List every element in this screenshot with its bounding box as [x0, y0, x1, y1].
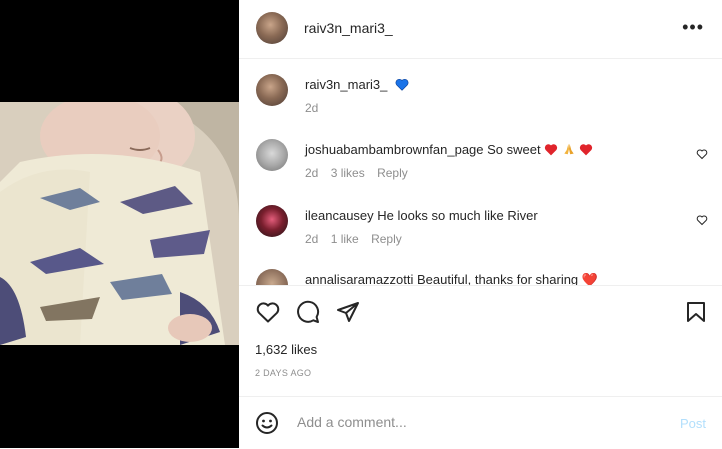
comment-time: 2d [305, 166, 319, 180]
comment-username[interactable]: ileancausey [305, 208, 374, 223]
post-media [0, 0, 239, 448]
reply-button[interactable]: Reply [371, 232, 402, 246]
comment-time: 2d [305, 232, 319, 246]
like-comment-icon[interactable] [696, 214, 708, 226]
red-heart-icon [580, 144, 593, 156]
comment-input[interactable] [295, 413, 659, 431]
comment-likes[interactable]: 1 like [331, 232, 359, 246]
post-details-panel: raiv3n_mari3_ ••• raiv3n_mari3_ 2d joshu… [239, 0, 722, 448]
comment-avatar[interactable] [256, 269, 288, 285]
comment-likes[interactable]: 3 likes [331, 166, 365, 180]
baby-photo-illustration [0, 102, 239, 345]
post-header: raiv3n_mari3_ ••• [239, 0, 722, 59]
praying-hands-icon [564, 143, 574, 155]
comment-bubble-icon[interactable] [296, 300, 320, 324]
emoji-smiley-icon[interactable] [255, 411, 279, 435]
blue-heart-icon [395, 78, 409, 91]
share-paper-plane-icon[interactable] [336, 300, 360, 324]
caption-avatar[interactable] [256, 74, 288, 106]
comments-list[interactable]: raiv3n_mari3_ 2d joshuabambambrownfan_pa… [239, 59, 722, 285]
post-actions: 1,632 likes 2 DAYS AGO [239, 285, 722, 398]
comment-avatar[interactable] [256, 205, 288, 237]
comment-username[interactable]: annalisaramazzotti [305, 272, 413, 285]
red-heart-icon [545, 144, 558, 156]
comment-item: annalisaramazzotti Beautiful, thanks for… [305, 272, 598, 285]
comment-item: joshuabambambrownfan_page So sweet [305, 142, 593, 157]
more-options-icon[interactable]: ••• [682, 18, 704, 36]
post-photo[interactable] [0, 102, 239, 345]
comment-username[interactable]: joshuabambambrownfan_page [305, 142, 484, 157]
post-timestamp: 2 DAYS AGO [255, 368, 312, 378]
caption: raiv3n_mari3_ [305, 77, 409, 92]
post-button[interactable]: Post [680, 416, 706, 431]
comment-item: ileancausey He looks so much like River [305, 208, 538, 223]
likes-count[interactable]: 1,632 likes [255, 342, 317, 357]
comment-avatar[interactable] [256, 139, 288, 171]
caption-meta: 2d [305, 101, 327, 115]
reply-button[interactable]: Reply [377, 166, 408, 180]
comment-composer: Post [239, 396, 722, 449]
comment-meta: 2d 1 like Reply [305, 232, 411, 246]
comment-text: He looks so much like River [377, 208, 538, 223]
author-username[interactable]: raiv3n_mari3_ [304, 20, 393, 36]
author-avatar[interactable] [256, 12, 288, 44]
caption-username[interactable]: raiv3n_mari3_ [305, 77, 387, 92]
instagram-post-viewer: raiv3n_mari3_ ••• raiv3n_mari3_ 2d joshu… [0, 0, 722, 448]
comment-meta: 2d 3 likes Reply [305, 166, 417, 180]
like-heart-icon[interactable] [256, 301, 280, 323]
comment-text: Beautiful, thanks for sharing ❤️ [417, 272, 598, 285]
like-comment-icon[interactable] [696, 148, 708, 160]
caption-text [395, 77, 409, 92]
save-bookmark-icon[interactable] [686, 301, 706, 323]
caption-time: 2d [305, 101, 319, 115]
comment-text: So sweet [487, 142, 593, 157]
